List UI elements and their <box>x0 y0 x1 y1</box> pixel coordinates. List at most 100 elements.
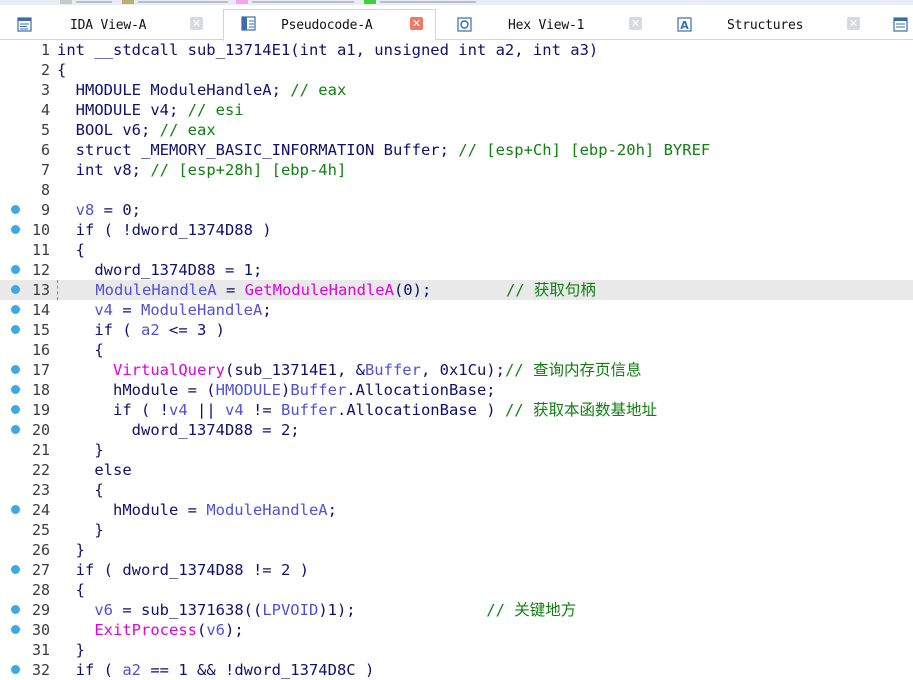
code-text: { <box>57 240 85 260</box>
code-token: if ( ! <box>57 401 169 419</box>
code-line[interactable]: 16 { <box>0 340 913 360</box>
tab-hex-view-1[interactable]: Hex View-1 ✕ <box>440 11 655 39</box>
code-token: // eax <box>159 121 216 139</box>
code-line[interactable]: 9 v8 = 0; <box>0 200 913 220</box>
code-line[interactable]: 13 ModuleHandleA = GetModuleHandleA(0); … <box>0 280 913 300</box>
code-line[interactable]: 21 } <box>0 440 913 460</box>
breakpoint-dot-icon[interactable] <box>11 625 20 634</box>
code-token: HMODULE ModuleHandleA; <box>57 81 291 99</box>
breakpoint-dot-icon[interactable] <box>11 205 20 214</box>
pseudocode-icon <box>241 16 256 31</box>
code-line[interactable]: 5 BOOL v6; // eax <box>0 120 913 140</box>
tab-ida-view-a[interactable]: IDA View-A ✕ <box>0 11 214 39</box>
line-number: 7 <box>40 161 50 179</box>
code-line[interactable]: 17 VirtualQuery(sub_13714E1, &Buffer, 0x… <box>0 360 913 380</box>
code-line[interactable]: 2{ <box>0 60 913 80</box>
code-line[interactable]: 22 else <box>0 460 913 480</box>
tab-structures[interactable]: A Structures ✕ <box>660 11 875 39</box>
line-number: 9 <box>40 201 50 219</box>
code-line[interactable]: 15 if ( a2 <= 3 ) <box>0 320 913 340</box>
code-line[interactable]: 30 ExitProcess(v6); <box>0 620 913 640</box>
code-line[interactable]: 7 int v8; // [esp+28h] [ebp-4h] <box>0 160 913 180</box>
code-line[interactable]: 6 struct _MEMORY_BASIC_INFORMATION Buffe… <box>0 140 913 160</box>
breakpoint-dot-icon[interactable] <box>11 405 20 414</box>
code-token: dword_1374D88 = 2; <box>57 421 300 439</box>
code-token: // esi <box>187 101 244 119</box>
code-token: } <box>57 521 104 539</box>
code-token: if ( dword_1374D88 != 2 ) <box>57 561 309 579</box>
code-text: int __stdcall sub_13714E1(int a1, unsign… <box>57 40 598 60</box>
code-line[interactable]: 4 HMODULE v4; // esi <box>0 100 913 120</box>
code-line[interactable]: 1 int __stdcall sub_13714E1(int a1, unsig… <box>0 40 913 60</box>
code-text: ModuleHandleA = GetModuleHandleA(0); // … <box>57 280 596 300</box>
next-tab-icon[interactable] <box>893 17 908 32</box>
code-text: if ( dword_1374D88 != 2 ) <box>57 560 309 580</box>
code-text: v6 = sub_1371638((LPVOID)1); // 关键地方 <box>57 600 576 620</box>
line-number: 23 <box>31 481 50 499</box>
code-text: } <box>57 520 104 540</box>
breakpoint-dot-icon[interactable] <box>11 605 20 614</box>
code-token: || <box>187 401 225 419</box>
code-line[interactable]: 19 if ( !v4 || v4 != Buffer.AllocationBa… <box>0 400 913 420</box>
code-line[interactable]: 25 } <box>0 520 913 540</box>
code-line[interactable]: 18 hModule = (HMODULE)Buffer.AllocationB… <box>0 380 913 400</box>
tab-pseudocode-a[interactable]: Pseudocode-A ✕ <box>223 9 436 41</box>
breakpoint-dot-icon[interactable] <box>11 225 20 234</box>
breakpoint-dot-icon[interactable] <box>11 565 20 574</box>
code-token: = sub_1371638(( <box>113 601 263 619</box>
code-line[interactable]: 27 if ( dword_1374D88 != 2 ) <box>0 560 913 580</box>
code-token: } <box>57 641 85 659</box>
close-icon[interactable]: ✕ <box>190 17 203 30</box>
ida-view-icon <box>17 17 32 32</box>
code-line[interactable]: 28 { <box>0 580 913 600</box>
code-token: == 1 && !dword_1374D8C ) <box>141 661 375 679</box>
code-line[interactable]: 8 <box>0 180 913 200</box>
code-text: { <box>57 60 66 80</box>
pseudocode-editor[interactable]: 1 int __stdcall sub_13714E1(int a1, unsig… <box>0 40 913 679</box>
code-line[interactable]: 11 { <box>0 240 913 260</box>
code-token: // 获取句柄 <box>505 281 596 299</box>
code-line[interactable]: 31 } <box>0 640 913 660</box>
legend-label-cut <box>76 0 112 4</box>
breakpoint-dot-icon[interactable] <box>11 365 20 374</box>
code-line[interactable]: 10 if ( !dword_1374D88 ) <box>0 220 913 240</box>
breakpoint-dot-icon[interactable] <box>11 325 20 334</box>
close-icon[interactable]: ✕ <box>410 17 423 30</box>
breakpoint-dot-icon[interactable] <box>11 425 20 434</box>
code-token: int v8; <box>57 161 151 179</box>
code-text: if ( !dword_1374D88 ) <box>57 220 272 240</box>
code-line[interactable]: 32 if ( a2 == 1 && !dword_1374D8C ) <box>0 660 913 680</box>
code-line[interactable]: 24 hModule = ModuleHandleA; <box>0 500 913 520</box>
breakpoint-dot-icon[interactable] <box>11 505 20 514</box>
line-number: 14 <box>31 301 50 319</box>
breakpoint-dot-icon[interactable] <box>11 385 20 394</box>
code-line[interactable]: 29 v6 = sub_1371638((LPVOID)1); // 关键地方 <box>0 600 913 620</box>
code-token: int __stdcall sub_13714E1(int a1, unsign… <box>57 41 599 59</box>
legend-label-cut <box>380 0 476 4</box>
line-number: 25 <box>31 521 50 539</box>
code-token: , 0x1Cu); <box>420 361 505 379</box>
code-token: a2 <box>122 661 141 679</box>
code-line[interactable]: 26 } <box>0 540 913 560</box>
code-line[interactable]: 12 dword_1374D88 = 1; <box>0 260 913 280</box>
code-token: ; <box>262 301 272 319</box>
code-text: { <box>57 340 103 360</box>
code-line[interactable]: 23 { <box>0 480 913 500</box>
breakpoint-dot-icon[interactable] <box>11 665 20 674</box>
close-icon[interactable]: ✕ <box>847 17 860 30</box>
code-line[interactable]: 3 HMODULE ModuleHandleA; // eax <box>0 80 913 100</box>
code-text: VirtualQuery(sub_13714E1, &Buffer, 0x1Cu… <box>57 360 641 380</box>
breakpoint-dot-icon[interactable] <box>11 285 20 294</box>
code-token: ExitProcess <box>57 621 197 639</box>
breakpoint-dot-icon[interactable] <box>11 265 20 274</box>
code-token: GetModuleHandleA <box>244 281 394 299</box>
legend-label-cut <box>252 0 354 4</box>
breakpoint-dot-icon[interactable] <box>11 305 20 314</box>
code-token: (sub_13714E1, & <box>224 361 365 379</box>
close-icon[interactable]: ✕ <box>629 17 642 30</box>
code-text: else <box>57 460 131 480</box>
code-line[interactable]: 14 v4 = ModuleHandleA; <box>0 300 913 320</box>
code-token: ModuleHandleA <box>141 301 263 319</box>
legend-swatch-icon <box>60 0 72 4</box>
code-line[interactable]: 20 dword_1374D88 = 2; <box>0 420 913 440</box>
